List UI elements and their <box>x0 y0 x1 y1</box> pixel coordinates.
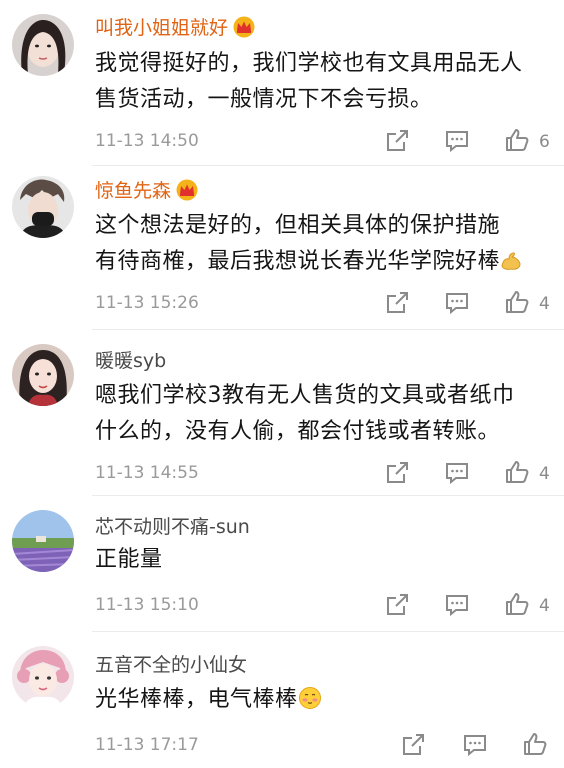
username[interactable]: 惊鱼先森 <box>95 176 199 206</box>
comment-text: 这个想法是好的，但相关具体的保护措施 有待商榷，最后我想说长春光华学院好棒 <box>95 208 550 284</box>
like-count: 4 <box>539 464 550 484</box>
thumbs-up-icon[interactable] <box>504 591 530 617</box>
comment-text: 正能量 <box>95 542 550 578</box>
username[interactable]: 叫我小姐姐就好 <box>95 13 256 43</box>
share-icon[interactable] <box>384 460 410 486</box>
username-text[interactable]: 惊鱼先森 <box>95 180 171 202</box>
avatar[interactable] <box>12 510 74 572</box>
comment-text: 光华棒棒，电气棒棒 <box>95 682 550 722</box>
comment-icon[interactable] <box>462 732 488 758</box>
avatar[interactable] <box>12 14 74 76</box>
share-icon[interactable] <box>384 290 410 316</box>
vip-crown-icon <box>175 179 199 206</box>
comment-text-line: 我觉得挺好的，我们学校也有文具用品无人 <box>95 51 523 76</box>
like-count: 4 <box>539 596 550 616</box>
comment-time: 11-13 15:26 <box>95 293 199 313</box>
comment-icon[interactable] <box>444 592 470 618</box>
shy-face-emoji <box>298 686 322 722</box>
comment-text: 嗯我们学校3教有无人售货的文具或者纸巾 什么的，没有人偷，都会付钱或者转账。 <box>95 378 550 450</box>
comment-text-line: 嗯我们学校3教有无人售货的文具或者纸巾 <box>95 383 515 408</box>
comment-item: 惊鱼先森 这个想法是好的，但相关具体的保护措施 有待商榷，最后我想说长春光华学院… <box>0 166 564 330</box>
avatar[interactable] <box>12 176 74 238</box>
comment-time: 11-13 17:17 <box>95 735 199 755</box>
username[interactable]: 暖暖syb <box>95 346 166 373</box>
thumbs-up-icon[interactable] <box>504 289 530 315</box>
comment-text-line: 有待商榷，最后我想说长春光华学院好棒 <box>95 249 501 274</box>
comment-text-line: 售货活动，一般情况下不会亏损。 <box>95 87 433 112</box>
comment-time: 11-13 15:10 <box>95 595 199 615</box>
thumbs-up-icon[interactable] <box>504 127 530 153</box>
username-text[interactable]: 叫我小姐姐就好 <box>95 17 228 39</box>
username-text[interactable]: 五音不全的小仙女 <box>95 654 247 676</box>
comment-text: 我觉得挺好的，我们学校也有文具用品无人 售货活动，一般情况下不会亏损。 <box>95 46 550 118</box>
username-text[interactable]: 暖暖syb <box>95 350 166 372</box>
comment-text-line: 光华棒棒，电气棒棒 <box>95 687 298 712</box>
avatar[interactable] <box>12 646 74 708</box>
comment-time: 11-13 14:55 <box>95 463 199 483</box>
like-count: 6 <box>539 132 550 152</box>
comment-text-line: 什么的，没有人偷，都会付钱或者转账。 <box>95 419 501 444</box>
comment-icon[interactable] <box>444 290 470 316</box>
comment-icon[interactable] <box>444 128 470 154</box>
flexed-bicep-emoji <box>500 248 522 284</box>
comment-item: 芯不动则不痛-sun 正能量 11-13 15:10 4 <box>0 496 564 628</box>
username[interactable]: 五音不全的小仙女 <box>95 650 247 677</box>
thumbs-up-icon[interactable] <box>522 731 548 757</box>
comment-item: 叫我小姐姐就好 我觉得挺好的，我们学校也有文具用品无人 售货活动，一般情况下不会… <box>0 0 564 164</box>
comment-item: 暖暖syb 嗯我们学校3教有无人售货的文具或者纸巾 什么的，没有人偷，都会付钱或… <box>0 330 564 494</box>
username[interactable]: 芯不动则不痛-sun <box>95 512 250 539</box>
thumbs-up-icon[interactable] <box>504 459 530 485</box>
vip-crown-icon <box>232 16 256 43</box>
share-icon[interactable] <box>384 592 410 618</box>
comment-text-line: 这个想法是好的，但相关具体的保护措施 <box>95 213 501 238</box>
username-text[interactable]: 芯不动则不痛-sun <box>95 516 250 538</box>
comment-item: 五音不全的小仙女 光华棒棒，电气棒棒 11-13 17:17 <box>0 632 564 768</box>
comment-text-line: 正能量 <box>95 547 163 572</box>
comment-icon[interactable] <box>444 460 470 486</box>
share-icon[interactable] <box>384 128 410 154</box>
share-icon[interactable] <box>400 732 426 758</box>
avatar[interactable] <box>12 344 74 406</box>
like-count: 4 <box>539 294 550 314</box>
comment-time: 11-13 14:50 <box>95 131 199 151</box>
